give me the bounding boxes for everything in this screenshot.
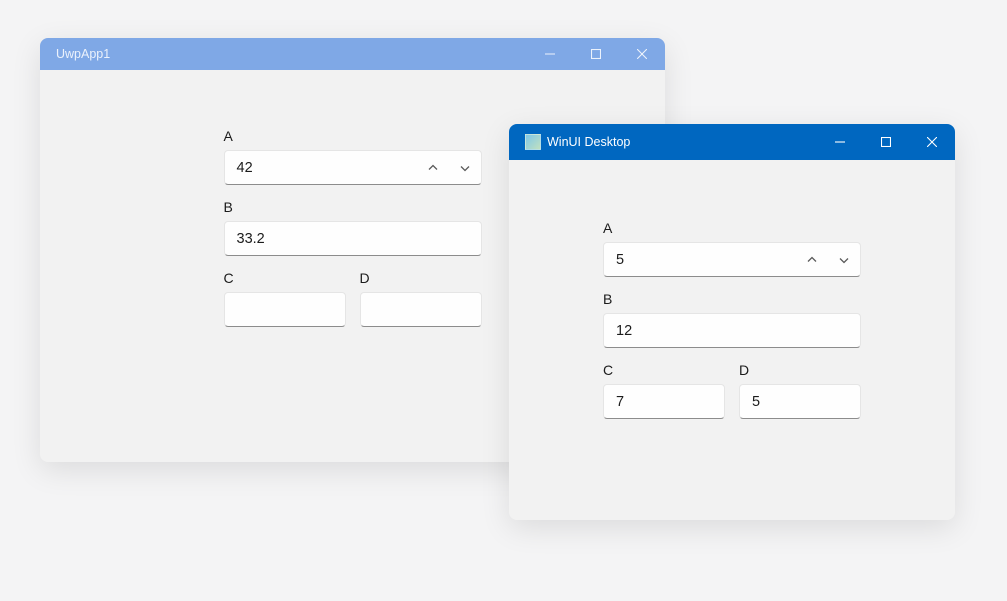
titlebar[interactable]: UwpApp1 bbox=[40, 38, 665, 70]
field-b-label: B bbox=[603, 291, 861, 307]
text-box-d-value: 5 bbox=[752, 394, 860, 410]
close-button[interactable] bbox=[909, 124, 955, 160]
field-d-label: D bbox=[360, 270, 482, 286]
close-icon bbox=[927, 137, 937, 147]
text-box-c[interactable]: 7 bbox=[603, 384, 725, 419]
window-title: WinUI Desktop bbox=[547, 135, 817, 149]
spin-down-button[interactable] bbox=[828, 243, 860, 276]
text-box-c-value: 7 bbox=[616, 394, 724, 410]
close-button[interactable] bbox=[619, 38, 665, 70]
minimize-icon bbox=[545, 49, 555, 59]
number-box-a[interactable]: 5 bbox=[603, 242, 861, 277]
maximize-button[interactable] bbox=[573, 38, 619, 70]
window-controls bbox=[527, 38, 665, 70]
text-box-d[interactable] bbox=[360, 292, 482, 327]
number-box-a[interactable]: 42 bbox=[224, 150, 482, 185]
close-icon bbox=[637, 49, 647, 59]
minimize-button[interactable] bbox=[817, 124, 863, 160]
chevron-up-icon bbox=[806, 254, 818, 266]
chevron-up-icon bbox=[427, 162, 439, 174]
maximize-button[interactable] bbox=[863, 124, 909, 160]
chevron-down-icon bbox=[838, 254, 850, 266]
maximize-icon bbox=[881, 137, 891, 147]
spin-up-button[interactable] bbox=[796, 243, 828, 276]
text-box-c[interactable] bbox=[224, 292, 346, 327]
field-a-label: A bbox=[224, 128, 482, 144]
field-a-label: A bbox=[603, 220, 861, 236]
maximize-icon bbox=[591, 49, 601, 59]
field-b-label: B bbox=[224, 199, 482, 215]
chevron-down-icon bbox=[459, 162, 471, 174]
text-box-b-value: 12 bbox=[616, 323, 860, 339]
number-box-a-value: 5 bbox=[616, 252, 796, 268]
text-box-d[interactable]: 5 bbox=[739, 384, 861, 419]
number-box-a-value: 42 bbox=[237, 160, 417, 176]
minimize-icon bbox=[835, 137, 845, 147]
field-c-label: C bbox=[603, 362, 725, 378]
spin-down-button[interactable] bbox=[449, 151, 481, 184]
text-box-b[interactable]: 33.2 bbox=[224, 221, 482, 256]
window-title: UwpApp1 bbox=[56, 47, 527, 61]
app-icon bbox=[525, 134, 541, 150]
window-content: A 5 B 12 C bbox=[509, 160, 955, 419]
spin-up-button[interactable] bbox=[417, 151, 449, 184]
titlebar[interactable]: WinUI Desktop bbox=[509, 124, 955, 160]
text-box-b[interactable]: 12 bbox=[603, 313, 861, 348]
field-c-label: C bbox=[224, 270, 346, 286]
window-controls bbox=[817, 124, 955, 160]
minimize-button[interactable] bbox=[527, 38, 573, 70]
text-box-b-value: 33.2 bbox=[237, 231, 481, 247]
field-d-label: D bbox=[739, 362, 861, 378]
winui-window: WinUI Desktop A 5 bbox=[509, 124, 955, 520]
